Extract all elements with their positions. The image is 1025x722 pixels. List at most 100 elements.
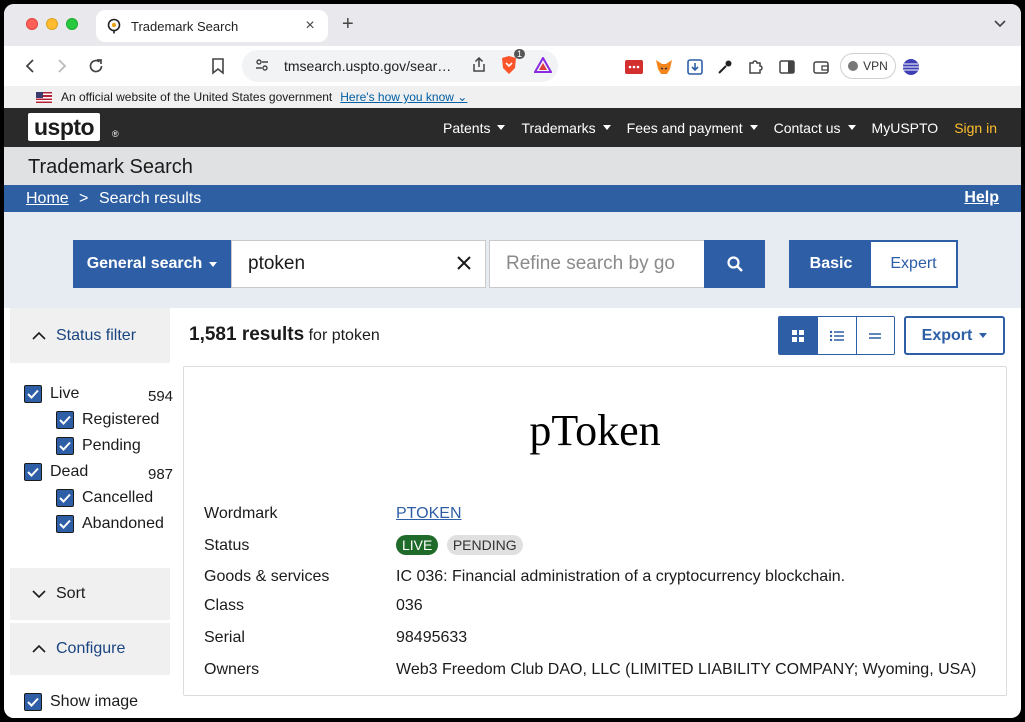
tab-list-chevron-icon[interactable] [993,16,1007,30]
list-view-button[interactable] [817,317,856,354]
goods-services-label: Goods & services [204,568,330,585]
registered-mark: ® [112,129,119,139]
share-icon[interactable] [472,56,486,76]
checkbox-checked-icon [24,463,42,481]
caret-down-icon [979,333,988,338]
results-total: 1,581 results [189,324,305,345]
filter-registered[interactable]: Registered [56,411,159,429]
refine-search-input[interactable]: Refine search by go [489,240,705,288]
filter-pending[interactable]: Pending [56,437,141,455]
search-type-dropdown[interactable]: General search [73,240,231,288]
browser-toolbar: tmsearch.uspto.gov/sear… 1 VPN [4,46,1021,86]
tab-close-icon[interactable]: × [302,17,318,35]
site-settings-icon[interactable] [254,57,270,76]
back-icon[interactable] [20,56,40,76]
nav-patents[interactable]: Patents [443,120,506,136]
result-card[interactable]: pToken Wordmark PTOKEN Status LIVE PENDI… [183,366,1007,696]
serial-label: Serial [204,629,245,646]
filter-dead-count: 987 [148,466,174,483]
wallet-icon[interactable] [812,58,830,76]
sign-in-link[interactable]: Sign in [954,120,997,136]
nav-myuspto[interactable]: MyUSPTO [872,120,939,136]
nav-contact[interactable]: Contact us [774,120,856,136]
clear-search-icon[interactable] [455,254,473,272]
download-extension-icon[interactable] [686,58,704,76]
nav-fees[interactable]: Fees and payment [627,120,758,136]
checkbox-checked-icon [56,515,74,533]
caret-down-icon [749,125,758,130]
reload-icon[interactable] [86,56,106,76]
results-count: 1,581 results for ptoken [189,324,380,346]
metamask-fox-icon[interactable] [655,58,673,76]
brave-rewards-icon[interactable] [533,55,553,76]
goods-services-value: IC 036: Financial administration of a cr… [396,568,846,585]
tab-strip: Trademark Search × + [4,4,1021,46]
forward-icon[interactable] [52,56,72,76]
search-input[interactable]: ptoken [231,240,486,288]
refine-placeholder: Refine search by go [506,253,675,274]
live-status-badge: LIVE [396,535,439,555]
filter-cancelled[interactable]: Cancelled [56,489,153,507]
checkbox-checked-icon [56,489,74,507]
browser-window: Trademark Search × + tmsearch.uspto.gov/… [4,4,1021,718]
compact-view-button[interactable] [855,317,894,354]
search-button[interactable] [704,240,765,288]
list-icon [829,330,844,341]
sidebar-toggle-icon[interactable] [778,58,796,76]
maximize-window-button[interactable] [66,18,78,30]
main-nav: Patents Trademarks Fees and payment Cont… [443,108,1021,147]
bookmark-icon[interactable] [208,56,228,76]
pending-status-badge: PENDING [446,535,523,555]
tab-title: Trademark Search [131,18,239,34]
uspto-logo[interactable]: uspto [28,113,101,141]
breadcrumb-current: Search results [99,190,202,207]
close-window-button[interactable] [26,18,38,30]
password-manager-extension-icon[interactable] [625,58,643,76]
gov-banner: An official website of the United States… [4,86,1021,108]
vpn-status-icon [848,61,859,71]
caret-down-icon [847,125,856,130]
caret-down-icon [209,261,218,267]
checkbox-checked-icon [56,437,74,455]
uspto-favicon-icon [106,18,122,34]
export-button[interactable]: Export [904,316,1005,355]
status-value: LIVE PENDING [396,535,527,555]
grid-icon [792,329,805,342]
filter-dead[interactable]: Dead [24,463,88,481]
nav-trademarks[interactable]: Trademarks [521,120,611,136]
checkbox-checked-icon [56,411,74,429]
wordmark-link[interactable]: PTOKEN [396,505,462,522]
filter-live[interactable]: Live [24,385,79,403]
search-icon [726,256,743,272]
minimize-window-button[interactable] [46,18,58,30]
help-link[interactable]: Help [964,189,999,207]
configure-toggle[interactable]: Configure [10,623,170,675]
vpn-button[interactable]: VPN [840,53,896,79]
new-tab-icon[interactable]: + [342,13,354,36]
search-area: General search ptoken Refine search by g… [4,212,1021,308]
breadcrumb-home-link[interactable]: Home [26,190,69,208]
url-text: tmsearch.uspto.gov/sear… [284,58,452,74]
grid-view-button[interactable] [779,317,818,354]
status-filter-toggle[interactable]: Status filter [10,308,170,363]
expert-mode-button[interactable]: Expert [871,242,956,286]
breadcrumb: Home > Search results Help [4,185,1021,212]
basic-mode-button[interactable]: Basic [791,242,871,286]
mark-image[interactable]: pToken [184,405,1006,456]
gov-banner-text: An official website of the United States… [61,90,333,104]
heres-how-you-know-link[interactable]: Here's how you know ⌄ [340,90,467,104]
filter-abandoned[interactable]: Abandoned [56,515,164,533]
globe-extension-icon[interactable] [902,58,920,76]
brave-shields-icon[interactable]: 1 [500,48,525,78]
owners-value: Web3 Freedom Club DAO, LLC (LIMITED LIAB… [396,661,977,678]
eyedropper-icon[interactable] [716,58,734,76]
view-toggle [778,316,895,355]
extensions-puzzle-icon[interactable] [746,58,764,76]
sort-toggle[interactable]: Sort [10,568,170,620]
results-query: for ptoken [308,327,380,344]
address-bar[interactable]: tmsearch.uspto.gov/sear… 1 [242,48,558,82]
wordmark-value: PTOKEN [396,505,462,523]
active-tab[interactable]: Trademark Search × [96,10,328,42]
site-header: uspto ® Patents Trademarks Fees and paym… [4,108,1021,147]
show-image-option[interactable]: Show image [24,693,138,711]
